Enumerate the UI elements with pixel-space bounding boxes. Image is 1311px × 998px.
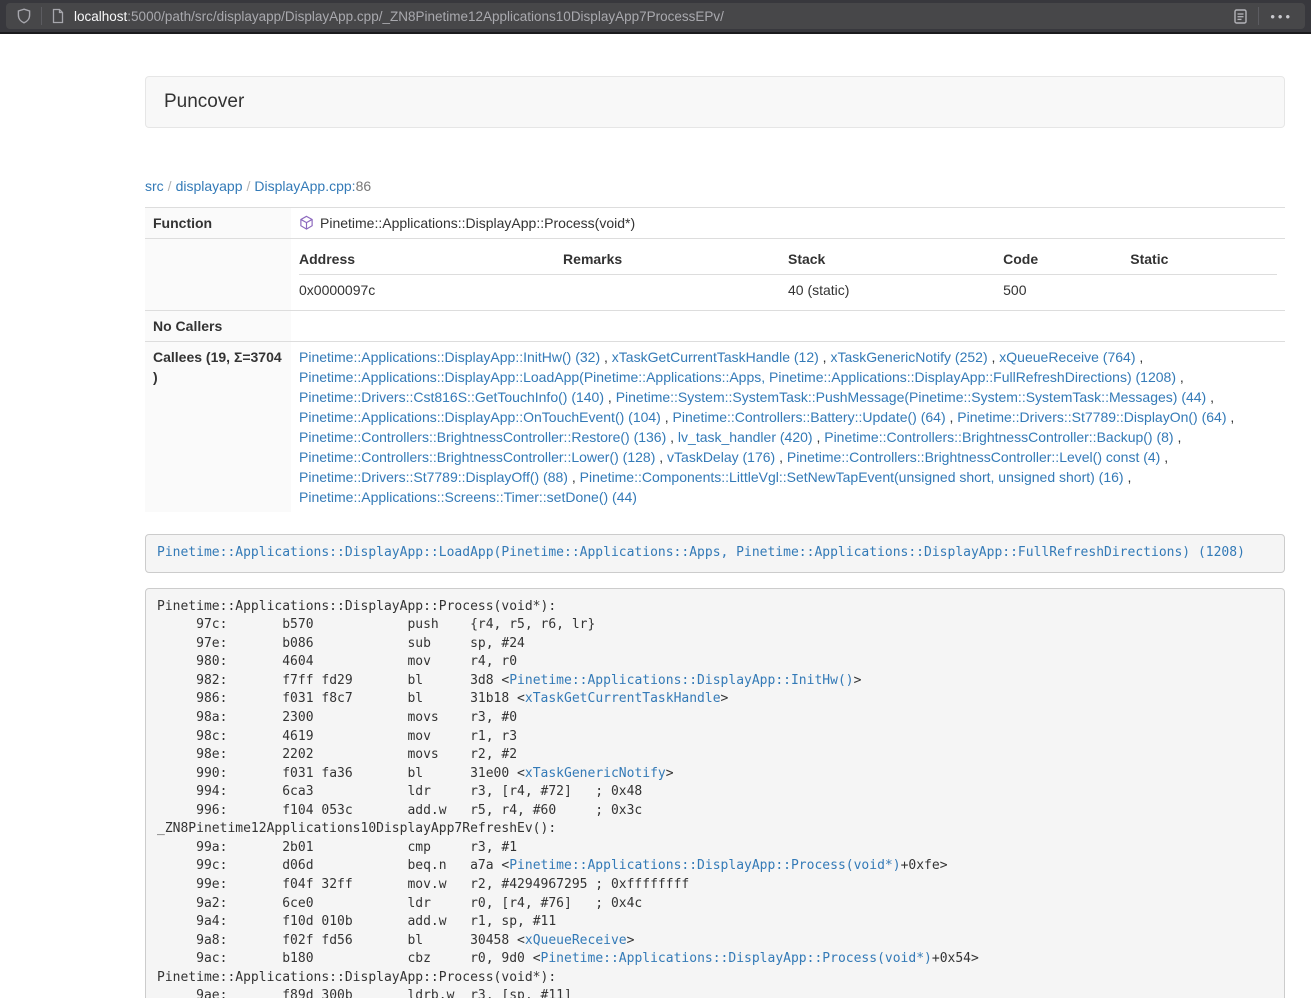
callee-link[interactable]: xQueueReceive (764) — [999, 349, 1135, 365]
url-host: localhost — [74, 9, 127, 24]
function-table: Function Pinetime::Applications::Display… — [145, 207, 1285, 512]
no-callers-row: No Callers — [145, 311, 1285, 342]
callee-link[interactable]: Pinetime::Controllers::BrightnessControl… — [299, 449, 655, 465]
callee-link[interactable]: Pinetime::Controllers::BrightnessControl… — [787, 449, 1160, 465]
asm-symbol-link[interactable]: xTaskGenericNotify — [525, 766, 666, 781]
col-header-static: Static — [1130, 244, 1277, 275]
breadcrumb-link-file[interactable]: DisplayApp.cpp: — [254, 178, 355, 194]
remarks-value — [563, 275, 788, 306]
stats-header-row: Address Remarks Stack Code Static — [299, 244, 1277, 275]
breadcrumb-link-displayapp[interactable]: displayapp — [176, 178, 243, 194]
callee-link[interactable]: Pinetime::Applications::DisplayApp::OnTo… — [299, 409, 661, 425]
callees-label: Callees (19, Σ=3704 ) — [145, 342, 291, 513]
callee-link[interactable]: vTaskDelay (176) — [667, 449, 775, 465]
stats-values-row: 0x0000097c 40 (static) 500 — [299, 275, 1277, 306]
callee-link[interactable]: Pinetime::Components::LittleVgl::SetNewT… — [580, 469, 1124, 485]
callee-link[interactable]: xTaskGetCurrentTaskHandle (12) — [612, 349, 819, 365]
highlighted-symbol-box: Pinetime::Applications::DisplayApp::Load… — [145, 534, 1285, 573]
col-header-stack: Stack — [788, 244, 1003, 275]
url-text[interactable]: localhost:5000/path/src/displayapp/Displ… — [74, 9, 1232, 24]
asm-symbol-link[interactable]: xQueueReceive — [525, 933, 627, 948]
callee-link[interactable]: Pinetime::Drivers::St7789::DisplayOff() … — [299, 469, 568, 485]
stats-table: Address Remarks Stack Code Static 0x0000… — [299, 244, 1277, 305]
callee-link[interactable]: Pinetime::Drivers::St7789::DisplayOn() (… — [957, 409, 1226, 425]
callee-link[interactable]: Pinetime::Applications::DisplayApp::Load… — [299, 369, 1176, 385]
disassembly-code: Pinetime::Applications::DisplayApp::Proc… — [145, 588, 1285, 998]
asm-symbol-link[interactable]: xTaskGetCurrentTaskHandle — [525, 691, 721, 706]
asm-symbol-link[interactable]: Pinetime::Applications::DisplayApp::Proc… — [541, 951, 932, 966]
callee-link[interactable]: xTaskGenericNotify (252) — [830, 349, 987, 365]
asm-symbol-link[interactable]: Pinetime::Applications::DisplayApp::Init… — [509, 673, 853, 688]
breadcrumb-link-src[interactable]: src — [145, 178, 164, 194]
browser-toolbar: localhost:5000/path/src/displayapp/Displ… — [0, 0, 1311, 34]
breadcrumb-line-number: 86 — [356, 178, 372, 194]
urlbar-divider — [41, 7, 42, 25]
asm-symbol-link[interactable]: Pinetime::Applications::DisplayApp::Proc… — [509, 858, 900, 873]
page-title: Puncover — [145, 76, 1285, 128]
callee-link[interactable]: lv_task_handler (420) — [678, 429, 813, 445]
breadcrumb-separator: / — [164, 178, 176, 194]
callee-link[interactable]: Pinetime::Controllers::BrightnessControl… — [299, 429, 666, 445]
breadcrumb-separator: / — [243, 178, 255, 194]
callee-link[interactable]: Pinetime::Drivers::Cst816S::GetTouchInfo… — [299, 389, 604, 405]
callee-link[interactable]: Pinetime::Controllers::Battery::Update()… — [673, 409, 946, 425]
code-value: 500 — [1003, 275, 1130, 306]
callee-link[interactable]: Pinetime::System::SystemTask::PushMessag… — [616, 389, 1207, 405]
callees-row: Callees (19, Σ=3704 ) Pinetime::Applicat… — [145, 342, 1285, 513]
function-row: Function Pinetime::Applications::Display… — [145, 208, 1285, 239]
callee-link[interactable]: Pinetime::Applications::DisplayApp::Init… — [299, 349, 600, 365]
page-actions-menu-icon[interactable]: ••• — [1268, 9, 1295, 24]
symbol-cube-icon — [299, 215, 314, 231]
breadcrumb: src/displayapp/DisplayApp.cpp:86 — [145, 178, 1285, 194]
address-value: 0x0000097c — [299, 275, 563, 306]
col-header-code: Code — [1003, 244, 1130, 275]
page-info-icon[interactable] — [51, 8, 65, 24]
callees-list: Pinetime::Applications::DisplayApp::Init… — [291, 342, 1285, 513]
no-callers-label: No Callers — [145, 311, 291, 342]
col-header-remarks: Remarks — [563, 244, 788, 275]
callee-link[interactable]: Pinetime::Controllers::BrightnessControl… — [824, 429, 1173, 445]
col-header-address: Address — [299, 244, 563, 275]
function-label: Function — [145, 208, 291, 239]
function-name: Pinetime::Applications::DisplayApp::Proc… — [320, 215, 635, 231]
url-bar[interactable]: localhost:5000/path/src/displayapp/Displ… — [6, 3, 1305, 29]
callee-link[interactable]: Pinetime::Applications::Screens::Timer::… — [299, 489, 637, 505]
static-value — [1130, 275, 1277, 306]
page-container: Puncover src/displayapp/DisplayApp.cpp:8… — [145, 76, 1285, 998]
reader-mode-icon[interactable] — [1232, 8, 1249, 25]
url-path: :5000/path/src/displayapp/DisplayApp.cpp… — [127, 9, 724, 24]
highlighted-symbol-link[interactable]: Pinetime::Applications::DisplayApp::Load… — [157, 545, 1245, 560]
stack-value: 40 (static) — [788, 275, 1003, 306]
stats-row: Address Remarks Stack Code Static 0x0000… — [145, 239, 1285, 311]
urlbar-divider — [1258, 7, 1259, 25]
shield-icon[interactable] — [16, 8, 32, 24]
